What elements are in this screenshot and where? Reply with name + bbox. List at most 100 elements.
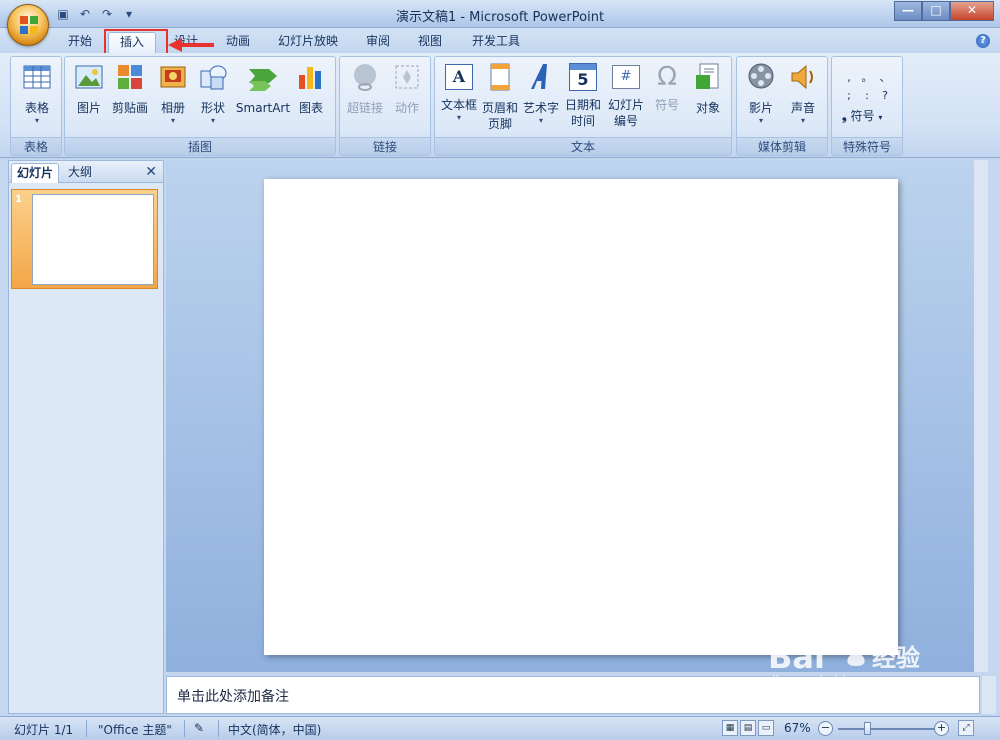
clipart-button[interactable]: 剪贴画 [109,61,151,116]
hyperlink-icon [354,64,376,91]
watermark-brand: Bai [768,638,825,676]
table-button[interactable]: 表格 ▾ [19,61,55,126]
hyperlink-button[interactable]: 超链接 [344,61,386,116]
slides-panel: 幻灯片 大纲 ✕ 1 [8,160,164,714]
group-label-links: 链接 [340,137,430,155]
close-button[interactable]: ✕ [950,1,994,21]
spell-check-icon[interactable]: ✎ [194,721,204,735]
vertical-scrollbar[interactable] [974,160,988,672]
group-media: 影片 ▾ 声音 ▾ 媒体剪辑 [736,56,828,156]
zoom-level[interactable]: 67% [784,721,811,735]
notes-scrollbar[interactable] [982,676,996,714]
wordart-icon [531,64,547,89]
sound-button[interactable]: 声音 ▾ [783,61,823,126]
chart-button[interactable]: 图表 [293,61,329,116]
slideshow-view-icon[interactable]: ▭ [758,720,774,736]
tab-developer[interactable]: 开发工具 [468,32,524,53]
symbol-enumeration-comma[interactable]: 、 [876,69,894,87]
textbox-label: 文本框 [440,98,477,112]
textbox-button[interactable]: A 文本框 ▾ [439,61,479,123]
shapes-button[interactable]: 形状 ▾ [195,61,231,126]
tab-animation[interactable]: 动画 [222,32,254,53]
object-icon [696,63,719,89]
picture-label: 图片 [76,101,101,115]
datetime-label-1: 日期和 [564,98,601,112]
window-title: 演示文稿1 - Microsoft PowerPoint [395,10,605,25]
maximize-button[interactable]: □ [922,1,950,21]
help-icon[interactable]: ? [976,34,990,48]
group-links: 超链接 动作 链接 [339,56,431,156]
omega-icon: Ω [657,62,677,92]
window-controls: — □ ✕ [894,1,994,21]
action-button[interactable]: 动作 [388,61,426,116]
group-label-special: 特殊符号 [832,137,902,155]
zoom-slider-thumb[interactable] [864,722,871,735]
header-footer-label-1: 页眉和 [481,101,518,115]
symbol-button[interactable]: Ω 符号 [649,61,685,113]
picture-button[interactable]: 图片 [71,61,107,116]
chevron-down-icon: ▾ [800,116,805,125]
chart-icon [299,67,321,89]
comma-glyph-icon: ❟ [842,109,847,123]
office-button[interactable] [7,4,49,46]
object-button[interactable]: 对象 [689,61,727,116]
close-icon[interactable]: ✕ [145,164,157,180]
slide-number-label-2: 编号 [613,114,638,128]
slide-thumbnail-selected[interactable]: 1 [11,189,158,289]
slide-canvas[interactable] [264,179,898,655]
tab-view[interactable]: 视图 [414,32,446,53]
smartart-button[interactable]: SmartArt [235,61,291,116]
fit-to-window-icon[interactable]: ⤢ [958,720,974,736]
sound-label: 声音 [790,101,815,115]
group-label-illustrations: 插图 [65,137,335,155]
slide-thumbnail[interactable] [32,194,154,285]
datetime-label-2: 时间 [570,114,595,128]
office-logo-icon [20,16,38,34]
header-footer-button[interactable]: 页眉和 页脚 [481,61,519,132]
tab-slideshow[interactable]: 幻灯片放映 [276,32,340,53]
datetime-button[interactable]: 5 日期和 时间 [563,61,603,129]
tab-review[interactable]: 审阅 [362,32,394,53]
slide-counter: 幻灯片 1/1 [14,723,74,737]
special-symbol-button[interactable]: ❟ 符号 ▾ [842,107,882,124]
film-reel-icon [748,63,774,89]
slide-number-button[interactable]: # 幻灯片 编号 [605,61,647,129]
symbol-comma[interactable]: , [840,69,858,87]
slide-number-label-1: 幻灯片 [607,98,644,112]
tab-home[interactable]: 开始 [64,32,96,53]
group-label-text: 文本 [435,137,731,155]
symbol-semicolon[interactable]: ; [840,87,858,105]
symbol-colon[interactable]: : [858,87,876,105]
album-button[interactable]: 相册 ▾ [155,61,191,126]
symbol-period[interactable]: 。 [858,69,876,87]
zoom-in-icon[interactable]: + [934,721,949,736]
tab-slides[interactable]: 幻灯片 [11,163,60,183]
smartart-label: SmartArt [235,101,291,115]
header-footer-label-2: 页脚 [487,117,512,131]
group-text: A 文本框 ▾ 页眉和 页脚 艺术字 ▾ 5 日期和 时间 # 幻灯片 编号 Ω… [434,56,732,156]
tab-outline[interactable]: 大纲 [63,163,97,183]
picture-icon [75,65,103,89]
zoom-slider[interactable] [838,728,936,730]
highlight-annotation [104,29,168,55]
minimize-button[interactable]: — [894,1,922,21]
symbol-grid: ,。、 ;:? [840,69,896,105]
group-label-table: 表格 [11,137,61,155]
group-label-media: 媒体剪辑 [737,137,827,155]
chevron-down-icon: ▾ [538,116,543,125]
normal-view-icon[interactable]: ▦ [722,720,738,736]
slide-sorter-icon[interactable]: ▤ [740,720,756,736]
photo-album-icon [160,66,186,88]
notes-placeholder: 单击此处添加备注 [177,689,289,705]
textbox-icon-letter: A [452,67,466,86]
symbol-question[interactable]: ? [876,87,894,105]
chevron-down-icon: ▾ [456,113,461,122]
zoom-out-icon[interactable]: − [818,721,833,736]
wordart-button[interactable]: 艺术字 ▾ [521,61,561,126]
chevron-down-icon: ▾ [210,116,215,125]
title-bar: ▣ ↶ ↷ ▾ 演示文稿1 - Microsoft PowerPoint — □… [0,0,1000,28]
action-label: 动作 [394,101,419,115]
clipart-label: 剪贴画 [111,101,148,115]
group-illustrations: 图片 剪贴画 相册 ▾ 形状 ▾ SmartArt 图表 插图 [64,56,336,156]
movie-button[interactable]: 影片 ▾ [741,61,781,126]
